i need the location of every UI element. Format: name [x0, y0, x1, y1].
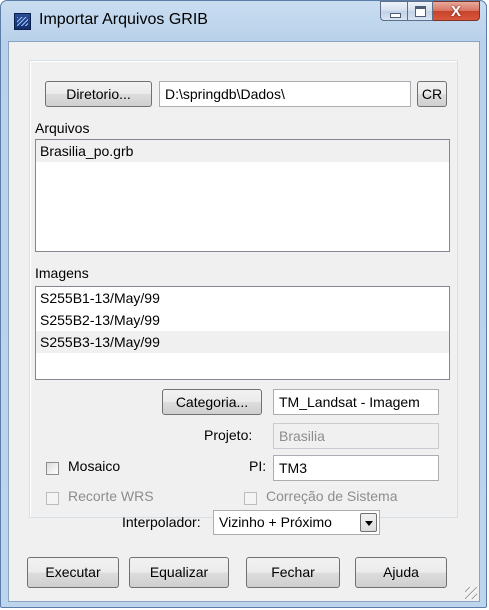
- category-button[interactable]: Categoria...: [162, 389, 262, 415]
- images-listbox[interactable]: S255B1-13/May/99 S255B2-13/May/99 S255B3…: [35, 286, 450, 380]
- images-label: Imagens: [35, 265, 89, 281]
- interpolator-value: Vizinho + Próximo: [219, 514, 332, 530]
- wrs-cut-checkbox: [46, 492, 59, 505]
- chevron-down-icon[interactable]: [360, 513, 377, 532]
- resize-grip[interactable]: [465, 587, 477, 599]
- import-options-group: Diretorio... D:\springdb\Dados\ CR Arqui…: [29, 60, 458, 518]
- equalize-button[interactable]: Equalizar: [129, 557, 229, 588]
- list-item[interactable]: S255B1-13/May/99: [36, 287, 449, 309]
- category-field[interactable]: TM_Landsat - Imagem: [273, 389, 439, 415]
- help-button-label: Ajuda: [383, 564, 419, 580]
- project-label: Projeto:: [204, 427, 253, 443]
- close-window-button[interactable]: X: [433, 1, 480, 21]
- interpolator-label: Interpolador:: [122, 514, 201, 530]
- project-field: Brasilia: [273, 423, 439, 449]
- list-item[interactable]: S255B2-13/May/99: [36, 309, 449, 331]
- directory-button-label: Diretorio...: [66, 86, 131, 102]
- maximize-button[interactable]: [407, 1, 433, 21]
- directory-button[interactable]: Diretorio...: [45, 81, 152, 107]
- pi-label: PI:: [249, 458, 267, 474]
- help-button[interactable]: Ajuda: [355, 557, 447, 588]
- mosaic-checkbox[interactable]: [46, 462, 59, 475]
- directory-path-field[interactable]: D:\springdb\Dados\: [159, 81, 411, 107]
- app-icon: [14, 13, 31, 30]
- cr-button[interactable]: CR: [417, 81, 447, 107]
- mosaic-label[interactable]: Mosaico: [68, 458, 120, 474]
- title-bar[interactable]: Importar Arquivos GRIB X: [1, 1, 486, 41]
- window-controls: X: [380, 1, 480, 22]
- close-button-label: Fechar: [271, 564, 315, 580]
- pi-field[interactable]: TM3: [273, 455, 439, 481]
- category-button-label: Categoria...: [175, 394, 249, 410]
- execute-button[interactable]: Executar: [27, 557, 119, 588]
- wrs-cut-label: Recorte WRS: [68, 488, 154, 504]
- equalize-button-label: Equalizar: [149, 564, 209, 580]
- list-item[interactable]: Brasilia_po.grb: [36, 140, 449, 162]
- list-item[interactable]: S255B3-13/May/99: [36, 331, 449, 353]
- system-correction-label: Correção de Sistema: [266, 488, 398, 504]
- window-title: Importar Arquivos GRIB: [39, 11, 208, 28]
- minimize-button[interactable]: [380, 1, 407, 21]
- cr-button-label: CR: [421, 86, 443, 102]
- close-button[interactable]: Fechar: [246, 557, 340, 588]
- close-icon: X: [450, 3, 461, 20]
- execute-button-label: Executar: [45, 564, 101, 580]
- files-listbox[interactable]: Brasilia_po.grb: [35, 139, 450, 252]
- dialog-client-area: Diretorio... D:\springdb\Dados\ CR Arqui…: [8, 41, 480, 602]
- interpolator-combo[interactable]: Vizinho + Próximo: [213, 510, 380, 535]
- import-grib-dialog: Importar Arquivos GRIB X Diretorio... D:…: [0, 0, 487, 608]
- system-correction-checkbox: [244, 492, 257, 505]
- files-label: Arquivos: [35, 120, 90, 136]
